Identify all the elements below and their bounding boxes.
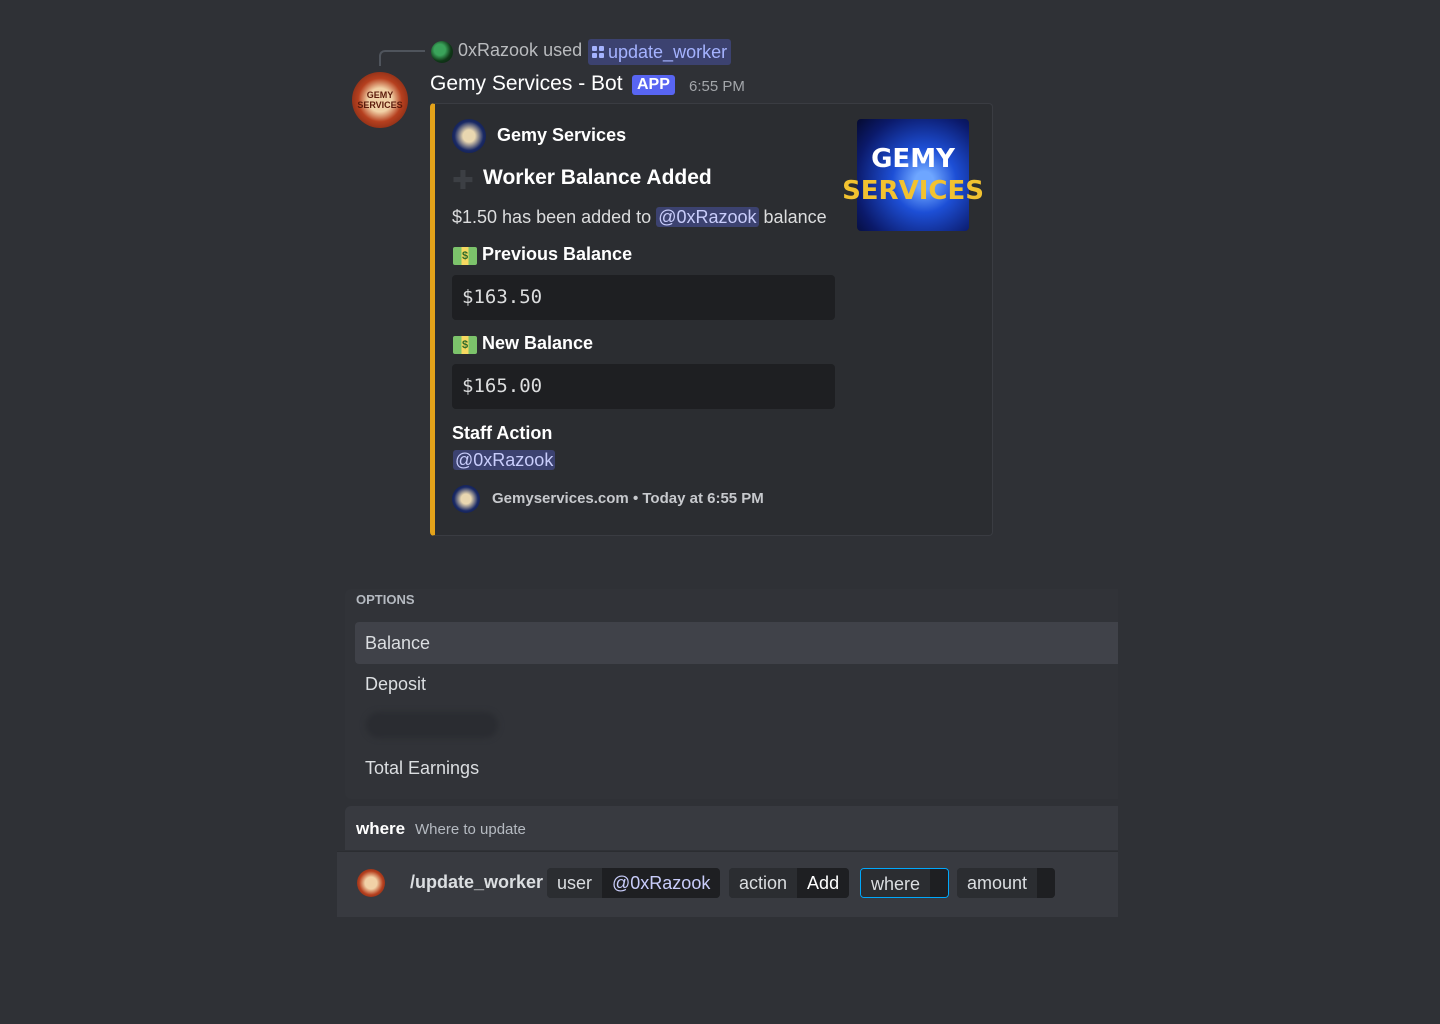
slash-command-name: update_worker: [608, 42, 728, 62]
parameter-name: where: [356, 819, 406, 838]
param-key-where: where: [861, 869, 931, 897]
param-chip-user[interactable]: user @0xRazook: [547, 868, 721, 898]
thumbnail-text-line1: GEMY: [871, 144, 955, 174]
footer-separator: •: [632, 490, 639, 507]
param-value-where[interactable]: [930, 869, 949, 897]
embed-footer: Gemyservices.com • Today at 6:55 PM: [492, 490, 764, 507]
field-staff-action-value-wrap: @0xRazook: [453, 450, 556, 471]
message-timestamp[interactable]: 6:55 PM: [689, 78, 745, 95]
field-previous-balance-name: Previous Balance: [482, 244, 633, 264]
reply-used-label: used: [543, 40, 583, 60]
redacted-option[interactable]: [366, 712, 498, 738]
param-value-user[interactable]: @0xRazook: [602, 868, 721, 898]
footer-site: Gemyservices.com: [492, 490, 629, 507]
command-name: /update_worker: [410, 872, 544, 892]
reply-text: 0xRazook used: [458, 40, 582, 61]
option-deposit[interactable]: Deposit: [355, 663, 1118, 705]
embed-footer-icon: [452, 485, 480, 513]
staff-mention[interactable]: @0xRazook: [453, 450, 556, 470]
field-new-balance-name: New Balance: [482, 333, 594, 353]
option-balance[interactable]: Balance: [355, 622, 1118, 664]
thumbnail-text-line2: SERVICES: [842, 176, 984, 206]
embed-description-suffix: balance: [763, 207, 827, 227]
embed-title: Worker Balance Added: [483, 166, 712, 189]
option-total-earnings[interactable]: Total Earnings: [355, 747, 1118, 789]
command-app-avatar: [357, 869, 385, 897]
param-chip-where[interactable]: where: [860, 868, 950, 898]
options-header: OPTIONS: [356, 592, 415, 607]
param-key-user: user: [547, 868, 603, 898]
field-previous-balance-value: $163.50: [452, 275, 835, 320]
footer-time: Today at 6:55 PM: [642, 490, 764, 507]
bot-avatar[interactable]: GEMY SERVICES: [352, 72, 408, 128]
app-tag-badge: APP: [632, 75, 675, 95]
embed-description-prefix: $1.50 has been added to: [452, 207, 652, 227]
embed-author-icon: [452, 119, 486, 153]
replied-user-name[interactable]: 0xRazook: [458, 40, 538, 60]
plus-icon: ✚: [452, 165, 474, 195]
money-icon: $: [453, 247, 477, 265]
reply-connector-line: [379, 50, 425, 66]
user-mention[interactable]: @0xRazook: [656, 207, 759, 227]
slash-command-pill[interactable]: update_worker: [588, 39, 732, 65]
bot-author-name[interactable]: Gemy Services - Bot: [430, 72, 623, 96]
money-icon: $: [453, 336, 477, 354]
field-new-balance-value: $165.00: [452, 364, 835, 409]
replied-user-avatar[interactable]: [431, 41, 453, 63]
param-value-amount[interactable]: [1037, 868, 1056, 898]
embed-thumbnail[interactable]: GEMY SERVICES: [842, 119, 984, 231]
parameter-description: Where to update: [415, 821, 526, 838]
param-value-action[interactable]: Add: [797, 868, 850, 898]
embed-author-name: Gemy Services: [497, 125, 627, 145]
param-chip-amount[interactable]: amount: [957, 868, 1056, 898]
app-command-icon: [592, 46, 604, 58]
embed-description: $1.50 has been added to @0xRazook balanc…: [452, 207, 827, 228]
field-staff-action-name: Staff Action: [452, 423, 553, 443]
param-chip-action[interactable]: action Add: [729, 868, 850, 898]
param-key-amount: amount: [957, 868, 1038, 898]
bot-avatar-logo-text: GEMY SERVICES: [357, 90, 403, 110]
param-key-action: action: [729, 868, 798, 898]
